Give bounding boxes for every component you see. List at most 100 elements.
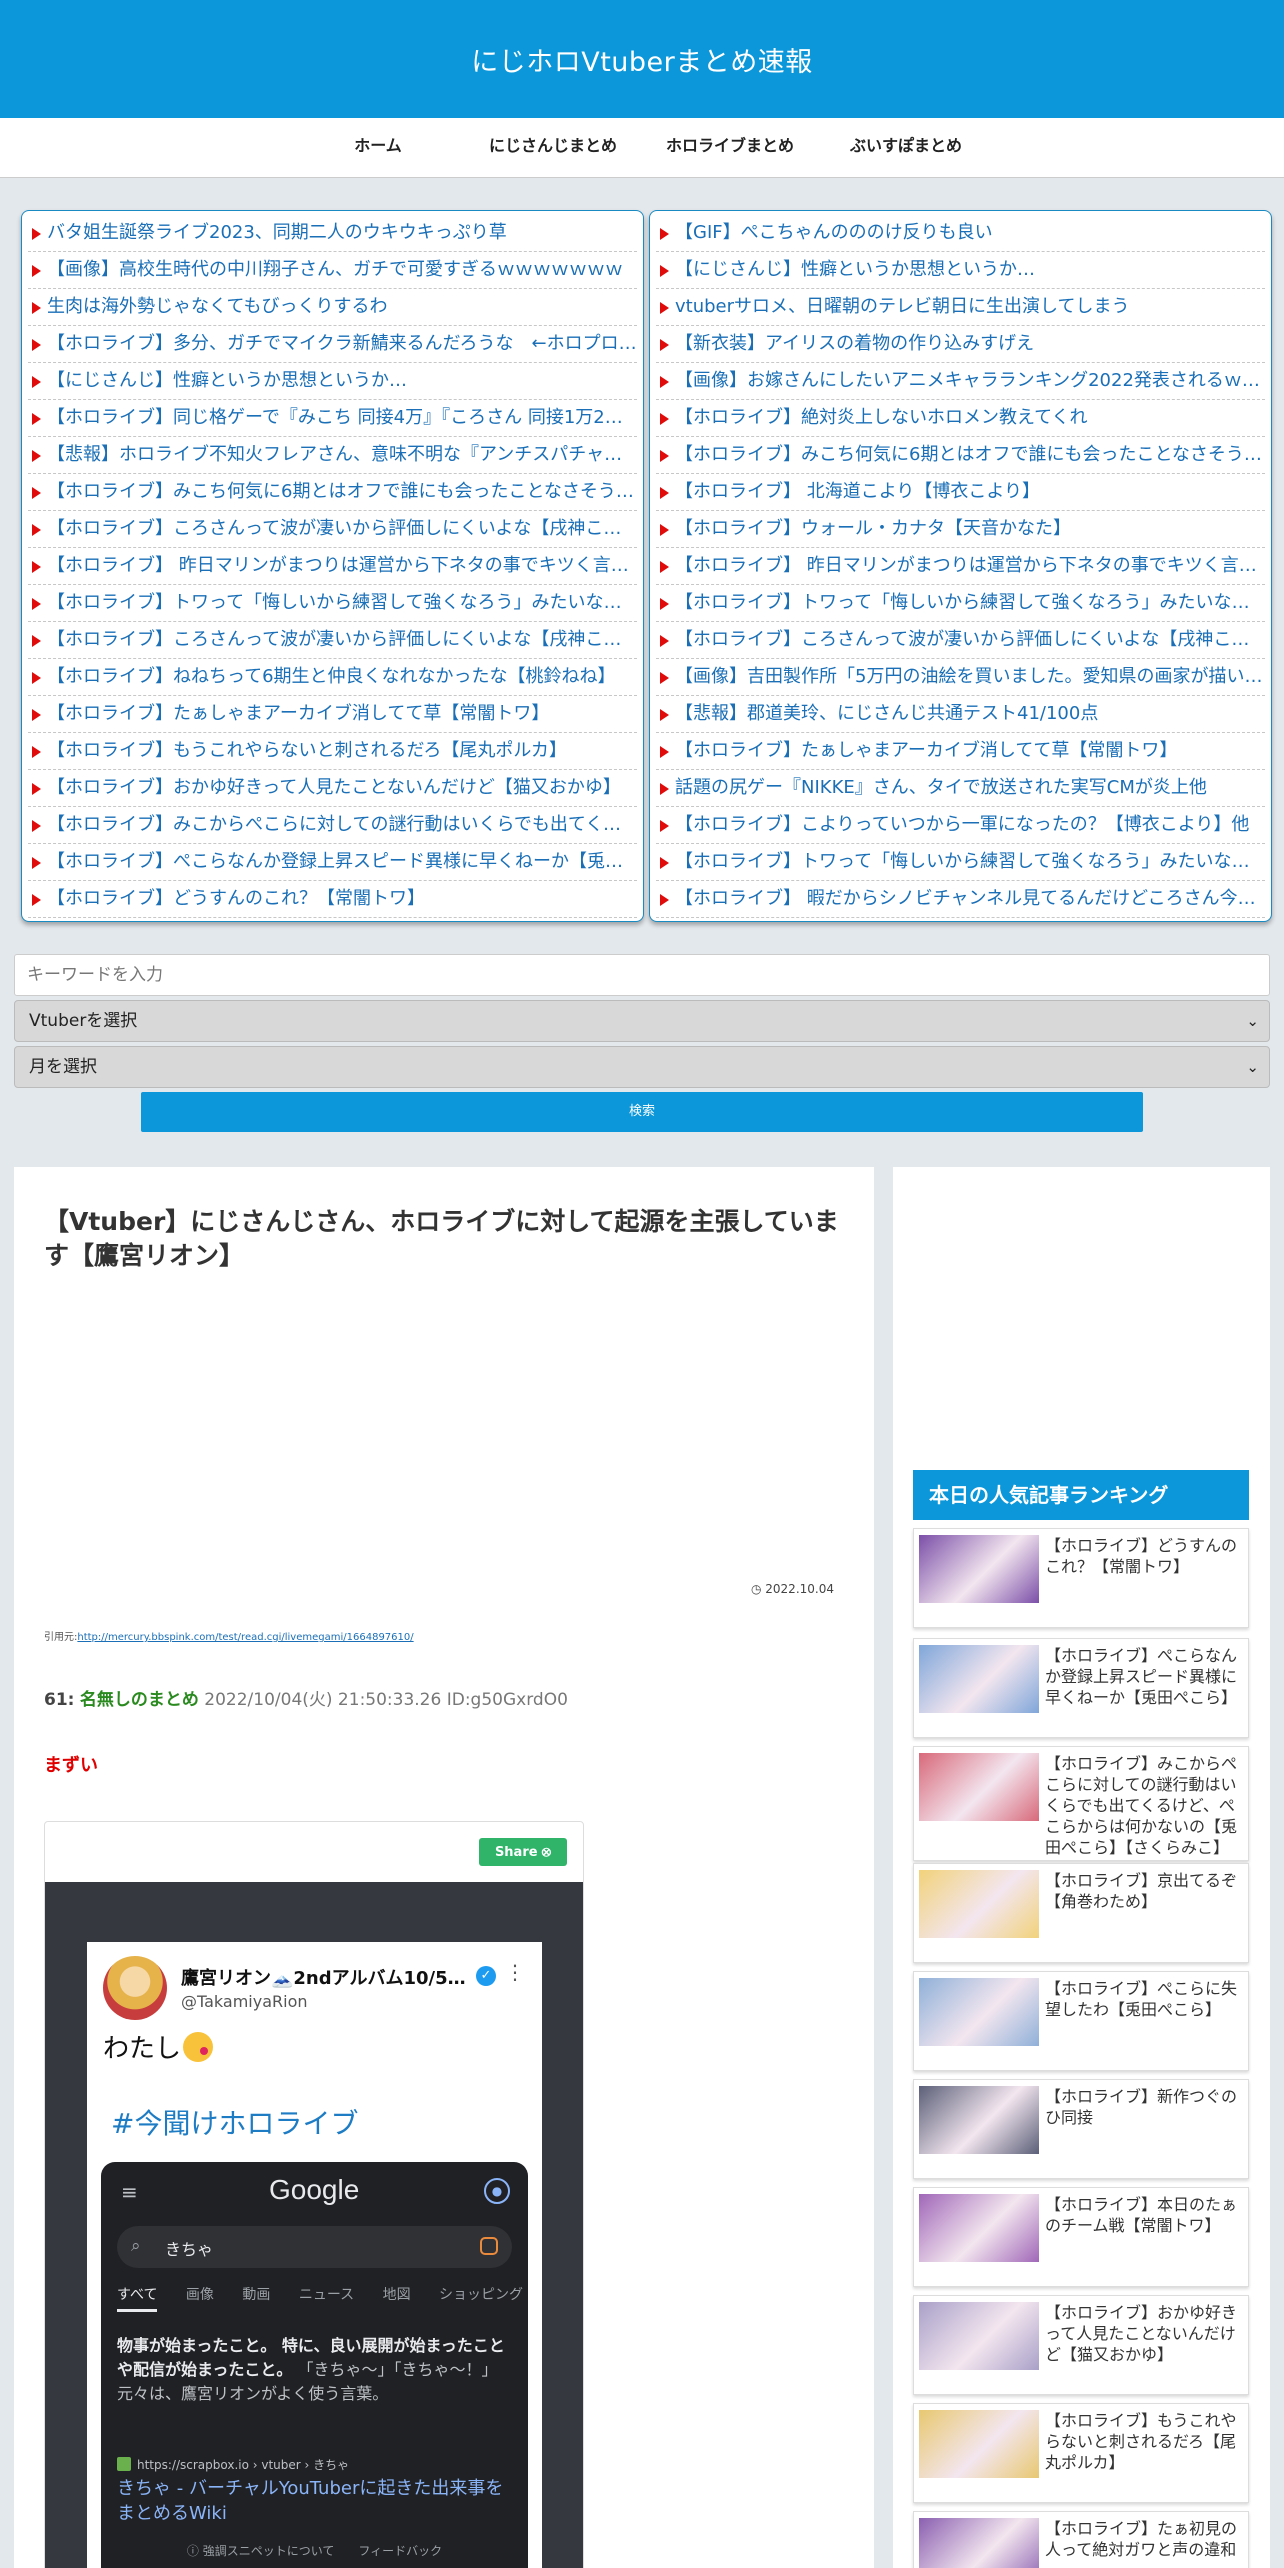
link-item[interactable]: 【悲報】ホロライブ不知火フレアさん、意味不明な『アンチスパチャ』…: [28, 437, 637, 474]
share-button[interactable]: Share ⭙: [479, 1838, 567, 1866]
link-item[interactable]: バタ姐生誕祭ライブ2023、同期二人のウキウキっぷり草: [28, 215, 637, 252]
hamburger-menu-icon: ≡: [121, 2180, 138, 2204]
tab-maps: 地図: [382, 2287, 411, 2303]
link-item[interactable]: 生肉は海外勢じゃなくてもびっくりするわ: [28, 289, 637, 326]
site-title[interactable]: にじホロVtuberまとめ速報: [471, 40, 813, 79]
ranking-item[interactable]: 【ホロライブ】おかゆ好きって人見たことないんだけど【猫又おかゆ】: [913, 2295, 1249, 2395]
ranking-item[interactable]: 【ホロライブ】ぺこらなんか登録上昇スピード異様に早くねーか【兎田ぺこら】: [913, 1638, 1249, 1738]
link-item[interactable]: 【ホロライブ】トワって「悔しいから練習して強くなろう」みたいな感…: [656, 585, 1265, 622]
camera-lens-icon: [480, 2237, 498, 2255]
account-icon: ●: [484, 2178, 510, 2204]
ranking-item[interactable]: 【ホロライブ】ぺこらに失望したわ【兎田ぺこら】: [913, 1971, 1249, 2071]
link-item[interactable]: 話題の尻ゲー『NIKKE』さん、タイで放送された実写CMが炎上他: [656, 770, 1265, 807]
article-thumbnail: [919, 1645, 1039, 1713]
link-item[interactable]: 【画像】吉田製作所「5万円の油絵を買いました。愛知県の画家が描い…: [656, 659, 1265, 696]
search-icon: ⌕: [131, 2236, 141, 2256]
link-item[interactable]: 【ホロライブ】ウォール・カナタ【天音かなた】: [656, 511, 1265, 548]
article-thumbnail: [919, 1978, 1039, 2046]
link-item[interactable]: 【ホロライブ】もうこれやらないと刺されるだろ【尾丸ポルカ】: [28, 733, 637, 770]
post-date-text: 2022.10.04: [765, 1582, 834, 1596]
link-item[interactable]: 【ホロライブ】みこち何気に6期とはオフで誰にも会ったことなさそう…: [656, 437, 1265, 474]
tab-news: ニュース: [298, 2287, 355, 2303]
link-item[interactable]: 【ホロライブ】ぺこらなんか登録上昇スピード異様に早くねーか【兎田…: [28, 844, 637, 881]
link-item[interactable]: 【画像】お嫁さんにしたいアニメキャラランキング2022発表されるｗ…: [656, 363, 1265, 400]
article-thumbnail: [919, 2302, 1039, 2370]
link-item[interactable]: 【ホロライブ】 北海道こより【博衣こより】: [656, 474, 1265, 511]
link-item[interactable]: 【ホロライブ】おかゆ好きって人見たことないんだけど【猫又おかゆ】: [28, 770, 637, 807]
link-item[interactable]: 【ホロライブ】 昨日マリンがまつりは運営から下ネタの事でキツく言…: [28, 548, 637, 585]
nav-item-nijisanji[interactable]: にじさんじまとめ: [478, 118, 628, 178]
link-item[interactable]: 【ホロライブ】みこち何気に6期とはオフで誰にも会ったことなさそう…: [28, 474, 637, 511]
ranking-item[interactable]: 【ホロライブ】京出てるぞ【角巻わため】: [913, 1863, 1249, 1963]
article-thumbnail: [919, 2086, 1039, 2154]
nav-item-vspo[interactable]: ぶいすぽまとめ: [836, 118, 976, 178]
verified-badge-icon: ✓: [476, 1966, 496, 1986]
vtuber-select-value: Vtuberを選択: [29, 1011, 138, 1031]
ranking-item-title: 【ホロライブ】ぺこらなんか登録上昇スピード異様に早くねーか【兎田ぺこら】: [1045, 1646, 1238, 1707]
keyword-search-input[interactable]: [14, 954, 1270, 996]
link-item[interactable]: 【ホロライブ】ころさんって波が凄いから評価しにくいよな【戌神ころ…: [28, 511, 637, 548]
link-item[interactable]: 【ホロライブ】ころさんって波が凄いから評価しにくいよな【戌神ころ…: [28, 622, 637, 659]
res-number: 61:: [44, 1690, 75, 1710]
ranking-item-title: 【ホロライブ】新作つぐのひ同接: [1045, 2087, 1238, 2127]
chevron-down-icon: ⌄: [1246, 1012, 1259, 1030]
tweet-media-frame: 鷹宮リオン🗻2ndアルバム10/5… ✓ ⋮ @TakamiyaRion わたし…: [45, 1882, 583, 2568]
link-item[interactable]: 【GIF】ぺこちゃんのののけ反りも良い: [656, 215, 1265, 252]
link-item[interactable]: 【ホロライブ】たぁしゃまアーカイブ消してて草【常闇トワ】: [28, 696, 637, 733]
sidebar: 本日の人気記事ランキング 【ホロライブ】どうすんのこれ？【常闇トワ】 【ホロライ…: [893, 1167, 1270, 2568]
link-item[interactable]: vtuberサロメ、日曜朝のテレビ朝日に生出演してしまう: [656, 289, 1265, 326]
link-item[interactable]: 【にじさんじ】性癖というか思想というか…: [28, 363, 637, 400]
share-label: Share: [494, 1845, 538, 1860]
link-item[interactable]: 【にじさんじ】性癖というか思想というか…: [656, 252, 1265, 289]
google-search-screenshot: ≡ Google ● ⌕ きちゃ すべて 画像 動画 ニュース 地図 ショッピン…: [101, 2162, 528, 2568]
kiss-emoji-icon: [183, 2032, 214, 2062]
ranking-item[interactable]: 【ホロライブ】たぁ初見の人って絶対ガワと声の違和: [913, 2511, 1249, 2568]
article-title: 【Vtuber】にじさんじさん、ホロライブに対して起源を主張しています【鷹宮リオ…: [44, 1207, 839, 1270]
ranking-item-title: 【ホロライブ】ぺこらに失望したわ【兎田ぺこら】: [1045, 1979, 1238, 2019]
link-item[interactable]: 【ホロライブ】同じ格ゲーで『みこち 同接4万』『ころさん 同接1万2…: [28, 400, 637, 437]
avatar: [103, 1956, 167, 2020]
link-item[interactable]: 【ホロライブ】たぁしゃまアーカイブ消してて草【常闇トワ】: [656, 733, 1265, 770]
ranking-item[interactable]: 【ホロライブ】本日のたぁのチーム戦【常闇トワ】: [913, 2187, 1249, 2287]
google-search-bar: ⌕ きちゃ: [117, 2226, 512, 2268]
link-item[interactable]: 【ホロライブ】 昨日マリンがまつりは運営から下ネタの事でキツく言…: [656, 548, 1265, 585]
link-item[interactable]: 【悲報】郡道美玲、にじさんじ共通テスト41/100点: [656, 696, 1265, 733]
ranking-item[interactable]: 【ホロライブ】新作つぐのひ同接: [913, 2079, 1249, 2179]
vtuber-select[interactable]: Vtuberを選択 ⌄: [14, 1000, 1270, 1042]
source-link[interactable]: http://mercury.bbspink.com/test/read.cgi…: [77, 1632, 413, 1643]
link-item[interactable]: 【ホロライブ】ねねちって6期生と仲良くなれなかったな【桃鈴ねね】: [28, 659, 637, 696]
link-item[interactable]: 【ホロライブ】トワって「悔しいから練習して強くなろう」みたいな感…: [28, 585, 637, 622]
link-item[interactable]: 【ホロライブ】どうすんのこれ？【常闇トワ】: [28, 881, 637, 918]
ranking-item[interactable]: 【ホロライブ】もうこれやらないと刺されるだろ【尾丸ポルカ】: [913, 2403, 1249, 2503]
ranking-item-title: 【ホロライブ】みこからぺこらに対しての謎行動はいくらでも出てくるけど、ぺこらから…: [1045, 1754, 1238, 1857]
link-item[interactable]: 【ホロライブ】みこからぺこらに対しての謎行動はいくらでも出てくる…: [28, 807, 637, 844]
ranking-item[interactable]: 【ホロライブ】どうすんのこれ？【常闇トワ】: [913, 1528, 1249, 1628]
link-item[interactable]: 【ホロライブ】こよりっていつから一軍になったの？【博衣こより】他: [656, 807, 1265, 844]
source-line: 引用元:http://mercury.bbspink.com/test/read…: [44, 1628, 414, 1643]
link-item[interactable]: 【ホロライブ】 暇だからシノビチャンネル見てるんだけどころさん今…: [656, 881, 1265, 918]
google-footer-text: 強調スニペットについて フィードバック: [202, 2544, 443, 2558]
google-logo: Google: [269, 2174, 360, 2205]
res-meta: 2022/10/04(火) 21:50:33.26 ID:g50GxrdO0: [204, 1690, 568, 1710]
tweet-author-handle: @TakamiyaRion: [181, 1992, 308, 2011]
site-header: にじホロVtuberまとめ速報: [0, 0, 1284, 118]
link-item[interactable]: 【ホロライブ】トワって「悔しいから練習して強くなろう」みたいな感…: [656, 844, 1265, 881]
ranking-title: 本日の人気記事ランキング: [913, 1470, 1249, 1520]
nav-item-hololive[interactable]: ホロライブまとめ: [655, 118, 805, 178]
link-item[interactable]: 【ホロライブ】多分、ガチでマイクラ新鯖来るんだろうな ←ホロプロ…: [28, 326, 637, 363]
nav-item-home[interactable]: ホーム: [318, 118, 438, 178]
tweet-author-name: 鷹宮リオン🗻2ndアルバム10/5…: [181, 1968, 466, 1989]
tab-images: 画像: [185, 2287, 214, 2303]
link-item[interactable]: 【ホロライブ】絶対炎上しないホロメン教えてくれ: [656, 400, 1265, 437]
ranking-item[interactable]: 【ホロライブ】みこからぺこらに対しての謎行動はいくらでも出てくるけど、ぺこらから…: [913, 1746, 1249, 1861]
google-result-url: https://scrapbox.io › vtuber › きちゃ: [137, 2458, 350, 2472]
link-item[interactable]: 【新衣装】アイリスの着物の作り込みすげえ: [656, 326, 1265, 363]
link-list-right: 【GIF】ぺこちゃんのののけ反りも良い 【にじさんじ】性癖というか思想というか……: [649, 210, 1272, 922]
favicon-icon: [117, 2457, 131, 2471]
link-item[interactable]: 【画像】高校生時代の中川翔子さん、ガチで可愛すぎるｗｗｗｗｗｗｗ: [28, 252, 637, 289]
article-thumbnail: [919, 1753, 1039, 1821]
month-select[interactable]: 月を選択 ⌄: [14, 1046, 1270, 1088]
link-item[interactable]: 【ホロライブ】ころさんって波が凄いから評価しにくいよな【戌神ころ…: [656, 622, 1265, 659]
ranking-item-title: 【ホロライブ】どうすんのこれ？【常闇トワ】: [1045, 1536, 1238, 1576]
search-button[interactable]: 検索: [141, 1092, 1143, 1132]
